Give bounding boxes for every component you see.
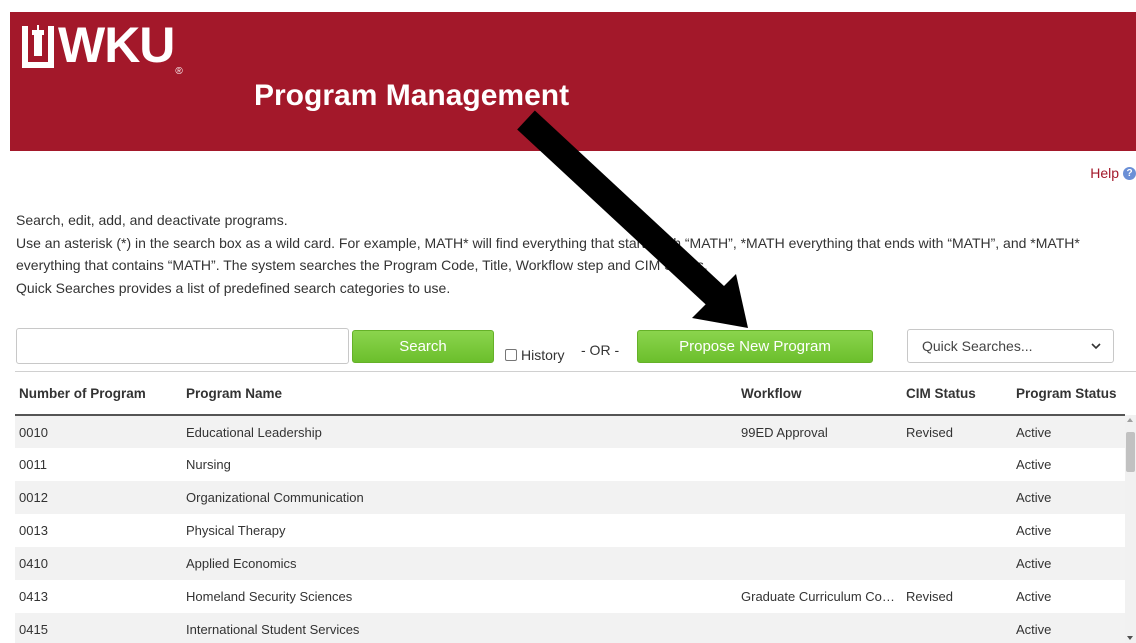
cell-name: Homeland Security Sciences	[182, 580, 737, 613]
table-row[interactable]: 0011 Nursing Active	[15, 448, 1125, 481]
cell-workflow	[737, 613, 902, 643]
help-label[interactable]: Help	[1090, 165, 1119, 181]
cell-number: 0011	[15, 448, 182, 481]
cell-cim-status	[902, 481, 1012, 514]
logo-registered-mark: ®	[175, 66, 183, 77]
cell-number: 0413	[15, 580, 182, 613]
cell-name: International Student Services	[182, 613, 737, 643]
search-input[interactable]	[16, 328, 349, 364]
table-row[interactable]: 0012 Organizational Communication Active	[15, 481, 1125, 514]
quick-searches-label[interactable]: Quick Searches...	[922, 338, 1033, 354]
cell-number: 0415	[15, 613, 182, 643]
history-label[interactable]: History	[521, 347, 565, 363]
wku-logo: WKU ®	[20, 20, 183, 92]
table-row[interactable]: 0010 Educational Leadership 99ED Approva…	[15, 415, 1125, 448]
cell-cim-status	[902, 514, 1012, 547]
cell-workflow	[737, 514, 902, 547]
cell-name: Nursing	[182, 448, 737, 481]
cell-cim-status: Revised	[902, 580, 1012, 613]
history-checkbox-group[interactable]: History	[505, 347, 565, 363]
table-header-row: Number of Program Program Name Workflow …	[15, 372, 1125, 416]
cell-number: 0410	[15, 547, 182, 580]
page-title: Program Management	[254, 79, 570, 112]
cell-name: Organizational Communication	[182, 481, 737, 514]
scroll-down-icon[interactable]	[1127, 636, 1133, 640]
header-program-name[interactable]: Program Name	[182, 372, 737, 416]
cell-program-status: Active	[1012, 481, 1125, 514]
programs-table-container: Number of Program Program Name Workflow …	[15, 371, 1136, 643]
cell-program-status: Active	[1012, 580, 1125, 613]
cell-program-status: Active	[1012, 514, 1125, 547]
cell-cim-status	[902, 613, 1012, 643]
cell-workflow: 99ED Approval	[737, 415, 902, 448]
cell-program-status: Active	[1012, 448, 1125, 481]
scroll-up-icon[interactable]	[1127, 418, 1133, 422]
cell-number: 0013	[15, 514, 182, 547]
quick-searches-select[interactable]: Quick Searches...	[907, 329, 1114, 363]
cell-program-status: Active	[1012, 613, 1125, 643]
table-row[interactable]: 0013 Physical Therapy Active	[15, 514, 1125, 547]
scroll-thumb[interactable]	[1126, 432, 1135, 472]
intro-text: Search, edit, add, and deactivate progra…	[16, 209, 1131, 299]
cell-workflow	[737, 448, 902, 481]
help-link[interactable]: Help ?	[1090, 165, 1136, 181]
table-row[interactable]: 0413 Homeland Security Sciences Graduate…	[15, 580, 1125, 613]
cell-workflow	[737, 481, 902, 514]
cell-program-status: Active	[1012, 415, 1125, 448]
programs-table: Number of Program Program Name Workflow …	[15, 372, 1125, 643]
table-row[interactable]: 0410 Applied Economics Active	[15, 547, 1125, 580]
cell-cim-status	[902, 547, 1012, 580]
search-bar: Search History - OR - Propose New Progra…	[16, 328, 1126, 364]
propose-new-program-button[interactable]: Propose New Program	[637, 330, 873, 363]
cell-name: Physical Therapy	[182, 514, 737, 547]
logo-text: WKU	[58, 17, 175, 73]
cell-number: 0010	[15, 415, 182, 448]
intro-line-2: Use an asterisk (*) in the search box as…	[16, 234, 1080, 274]
cell-workflow	[737, 547, 902, 580]
cell-cim-status: Revised	[902, 415, 1012, 448]
header-banner: WKU ® Program Management	[10, 12, 1136, 151]
or-separator: - OR -	[581, 342, 620, 358]
chevron-down-icon[interactable]	[1091, 341, 1101, 351]
search-button[interactable]: Search	[352, 330, 494, 363]
header-number-of-program[interactable]: Number of Program	[15, 372, 182, 416]
cupola-icon	[22, 25, 54, 68]
cell-program-status: Active	[1012, 547, 1125, 580]
header-cim-status[interactable]: CIM Status	[902, 372, 1012, 416]
table-row[interactable]: 0415 International Student Services Acti…	[15, 613, 1125, 643]
cell-cim-status	[902, 448, 1012, 481]
history-checkbox[interactable]	[505, 349, 517, 361]
header-workflow[interactable]: Workflow	[737, 372, 902, 416]
header-program-status[interactable]: Program Status	[1012, 372, 1125, 416]
intro-line-1: Search, edit, add, and deactivate progra…	[16, 212, 288, 228]
help-icon[interactable]: ?	[1123, 166, 1136, 180]
cell-name: Educational Leadership	[182, 415, 737, 448]
cell-workflow: Graduate Curriculum Committee	[737, 580, 902, 613]
intro-line-3: Quick Searches provides a list of predef…	[16, 279, 451, 296]
table-scrollbar[interactable]	[1125, 415, 1136, 643]
cell-number: 0012	[15, 481, 182, 514]
cell-name: Applied Economics	[182, 547, 737, 580]
